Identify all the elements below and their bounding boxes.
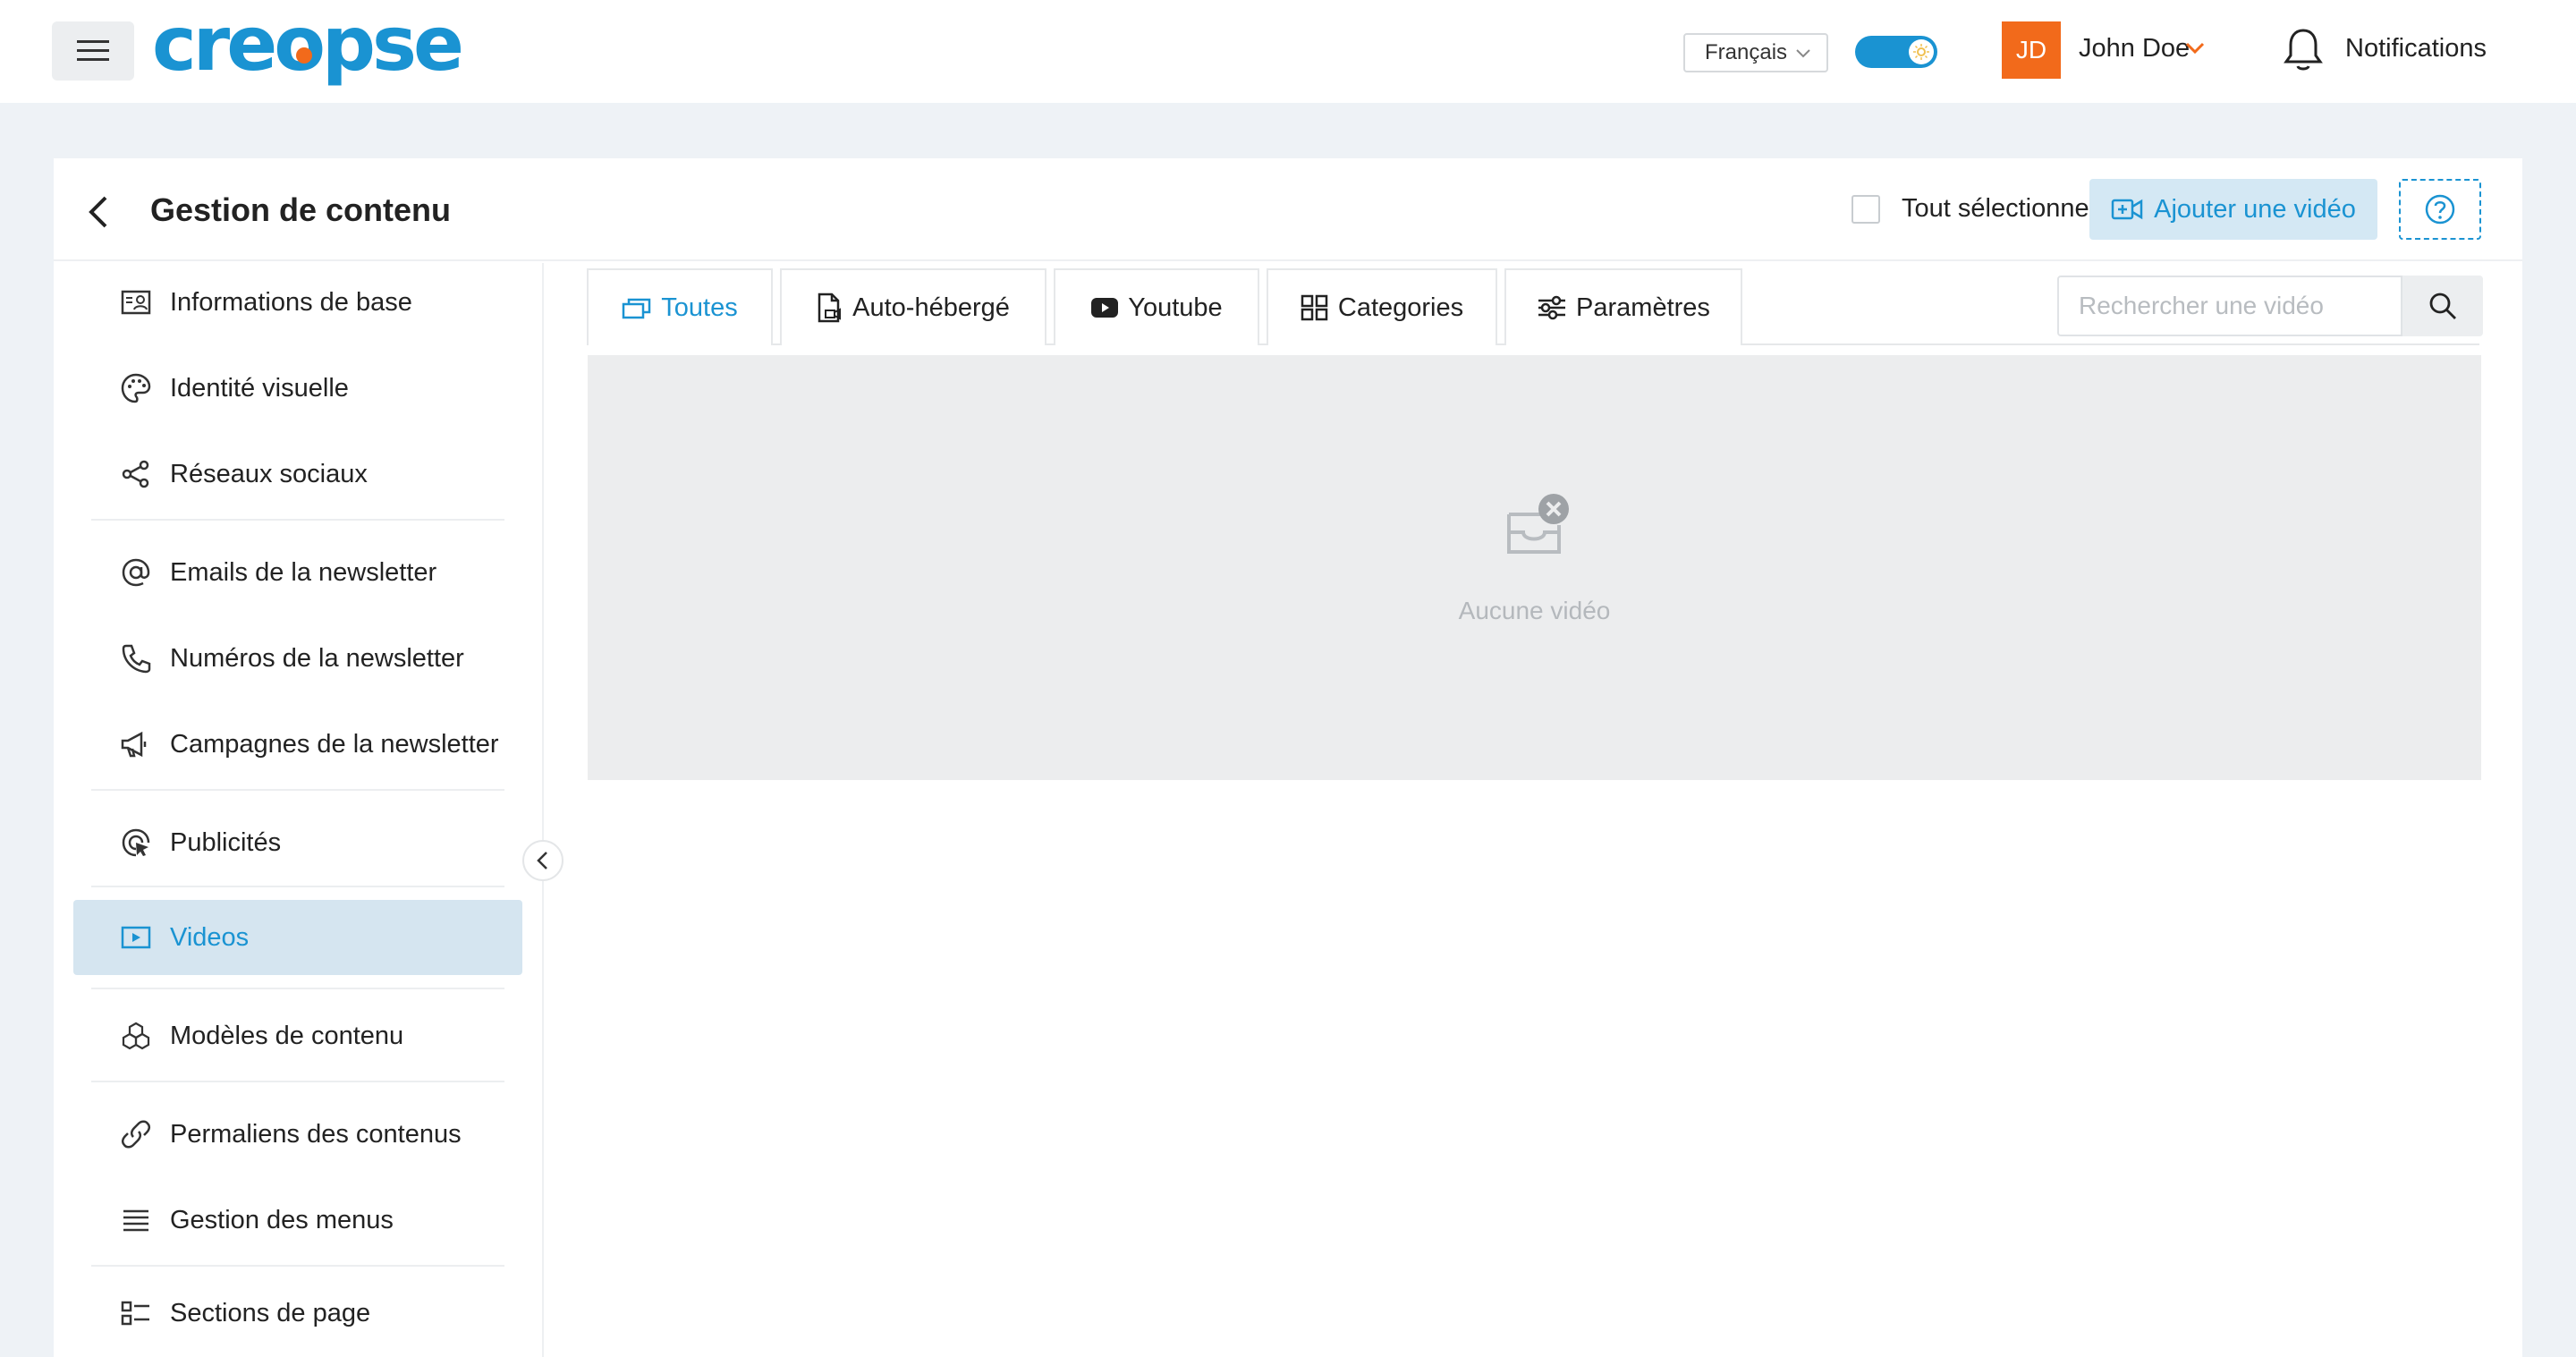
- language-value: Français: [1705, 40, 1788, 64]
- youtube-icon: [1091, 298, 1119, 318]
- sidebar-item-label: Réseaux sociaux: [170, 459, 368, 488]
- hamburger-icon: [77, 40, 109, 61]
- page-title: Gestion de contenu: [150, 191, 452, 228]
- sidebar-item-sections[interactable]: Sections de page: [73, 1276, 522, 1351]
- chevron-left-icon: [537, 852, 547, 869]
- list-icon: [120, 1204, 152, 1236]
- sidebar-item-label: Gestion des menus: [170, 1205, 394, 1234]
- search-placeholder: Rechercher une vidéo: [2079, 292, 2324, 319]
- tab-label: Auto-hébergé: [852, 293, 1010, 322]
- search-input[interactable]: Rechercher une vidéo: [2057, 276, 2402, 336]
- empty-state-text: Aucune vidéo: [1458, 597, 1611, 624]
- video-play-icon: [120, 921, 152, 954]
- sidebar-item-reseaux[interactable]: Réseaux sociaux: [73, 437, 522, 512]
- sidebar-item-label: Numéros de la newsletter: [170, 643, 464, 673]
- sidebar-item-numeros[interactable]: Numéros de la newsletter: [73, 621, 522, 696]
- file-video-icon: [818, 293, 842, 323]
- sidebar-item-label: Permaliens des contenus: [170, 1119, 462, 1149]
- content-card: Gestion de contenu Tout sélectionner Ajo…: [54, 158, 2522, 1357]
- sidebar-item-publicites[interactable]: Publicités: [73, 805, 522, 880]
- sidebar-divider: [91, 988, 504, 989]
- tab-categories[interactable]: Categories: [1267, 268, 1497, 345]
- theme-toggle[interactable]: [1855, 36, 1937, 68]
- sidebar-item-label: Identité visuelle: [170, 373, 349, 403]
- sidebar-item-identite[interactable]: Identité visuelle: [73, 351, 522, 426]
- sidebar-item-label: Informations de base: [170, 287, 412, 317]
- target-click-icon: [120, 827, 152, 859]
- notifications-label[interactable]: Notifications: [2345, 34, 2487, 64]
- sidebar-item-menus[interactable]: Gestion des menus: [73, 1183, 522, 1258]
- search-icon: [2429, 293, 2456, 319]
- brand-logo[interactable]: creopse: [152, 0, 483, 97]
- cubes-icon: [120, 1020, 152, 1052]
- tab-auto-heberge[interactable]: Auto-hébergé: [780, 268, 1046, 345]
- windows-icon: [623, 298, 651, 319]
- link-icon: [120, 1118, 152, 1150]
- id-card-icon: [120, 286, 152, 318]
- brand-wordmark: creopse: [152, 7, 461, 88]
- tab-label: Categories: [1337, 293, 1464, 322]
- sidebar-divider: [91, 1265, 504, 1267]
- grid-icon: [1301, 294, 1328, 321]
- video-list-empty: Aucune vidéo: [588, 355, 2481, 780]
- sidebar-divider: [91, 1081, 504, 1082]
- settings-sidebar: Informations de base Identité visuelle R…: [54, 263, 544, 1357]
- chevron-down-icon: [1796, 49, 1810, 58]
- sidebar-item-emails[interactable]: Emails de la newsletter: [73, 535, 522, 610]
- menu-button[interactable]: [52, 21, 134, 81]
- add-video-button[interactable]: Ajouter une vidéo: [2089, 179, 2377, 240]
- avatar[interactable]: JD: [2002, 21, 2061, 79]
- bell-icon[interactable]: [2283, 27, 2324, 73]
- sidebar-item-label: Emails de la newsletter: [170, 557, 437, 587]
- sidebar-item-campagnes[interactable]: Campagnes de la newsletter: [73, 707, 522, 782]
- video-add-icon: [2111, 199, 2143, 220]
- tab-label: Paramètres: [1576, 293, 1710, 322]
- tab-youtube[interactable]: Youtube: [1054, 268, 1259, 345]
- sidebar-item-label: Publicités: [170, 827, 282, 857]
- sidebar-item-informations[interactable]: Informations de base: [73, 265, 522, 340]
- at-icon: [120, 556, 152, 589]
- palette-icon: [120, 372, 152, 404]
- help-button[interactable]: [2399, 179, 2481, 240]
- chevron-down-icon[interactable]: [2185, 41, 2205, 55]
- toggle-knob: [1909, 39, 1934, 64]
- add-video-label: Ajouter une vidéo: [2154, 194, 2356, 224]
- sidebar-divider: [91, 886, 504, 887]
- share-icon: [120, 458, 152, 490]
- sidebar-divider: [91, 519, 504, 521]
- tab-toutes[interactable]: Toutes: [587, 268, 773, 345]
- tab-label: Youtube: [1128, 293, 1223, 322]
- sidebar-item-label: Sections de page: [170, 1298, 371, 1327]
- sun-icon: [1913, 44, 1929, 60]
- sidebar-item-label: Modèles de contenu: [170, 1021, 404, 1050]
- sections-icon: [120, 1297, 152, 1329]
- question-circle-icon: [2425, 194, 2455, 225]
- language-select[interactable]: Français: [1683, 33, 1828, 72]
- search-button[interactable]: [2402, 276, 2483, 336]
- sliders-icon: [1538, 295, 1566, 320]
- sidebar-item-label: Campagnes de la newsletter: [170, 729, 499, 759]
- card-header: Gestion de contenu Tout sélectionner Ajo…: [54, 158, 2522, 261]
- top-bar: creopse Français JD John Doe Notificatio…: [0, 0, 2576, 103]
- tab-label: Toutes: [661, 293, 738, 322]
- megaphone-icon: [120, 728, 152, 760]
- brand-logo-mark: creopse: [152, 0, 464, 88]
- sidebar-divider: [91, 789, 504, 791]
- user-name[interactable]: John Doe: [2079, 34, 2190, 64]
- sidebar-item-videos[interactable]: Videos: [73, 900, 522, 975]
- empty-inbox-icon: [1507, 494, 1569, 554]
- sidebar-item-permaliens[interactable]: Permaliens des contenus: [73, 1097, 522, 1172]
- sidebar-item-modeles[interactable]: Modèles de contenu: [73, 998, 522, 1073]
- select-all-label[interactable]: Tout sélectionner: [1866, 194, 2097, 224]
- tab-parametres[interactable]: Paramètres: [1504, 268, 1742, 345]
- sidebar-collapse-button[interactable]: [522, 840, 564, 881]
- sidebar-item-label: Videos: [170, 922, 250, 952]
- phone-icon: [120, 642, 152, 674]
- back-arrow-icon[interactable]: [79, 191, 122, 233]
